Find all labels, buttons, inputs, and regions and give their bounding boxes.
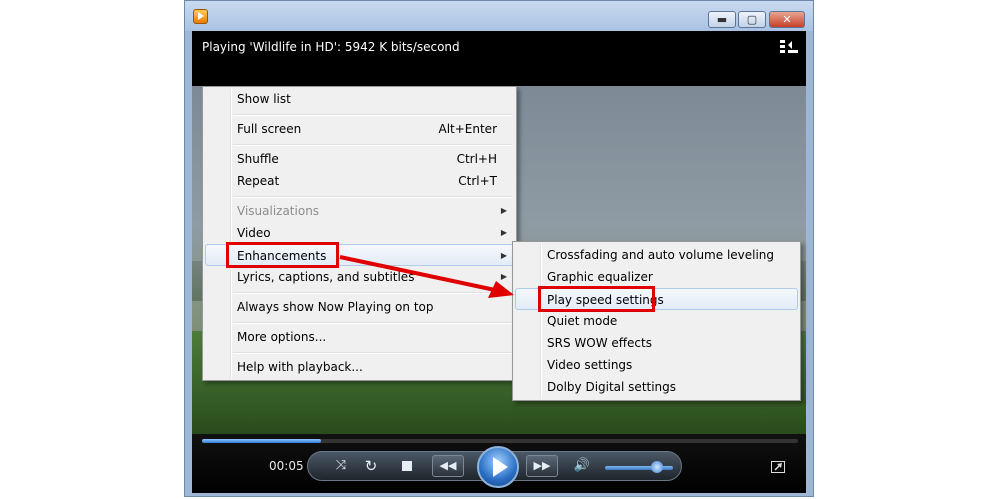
submenu-item-dolby-digital-settings[interactable]: Dolby Digital settings (515, 376, 798, 398)
enhancements-submenu: Crossfading and auto volume leveling Gra… (512, 241, 801, 401)
menu-item-label: Dolby Digital settings (547, 380, 677, 394)
player-context-menu: Show list Full screen Alt+Enter Shuffle … (202, 86, 517, 381)
menu-item-video[interactable]: Video ▶ (205, 222, 514, 244)
title-bar[interactable]: ▬ ▢ ✕ (185, 1, 813, 31)
menu-separator (233, 144, 512, 146)
close-button[interactable]: ✕ (769, 11, 805, 28)
menu-item-lyrics-captions-subtitles[interactable]: Lyrics, captions, and subtitles ▶ (205, 266, 514, 288)
previous-button[interactable]: ◀◀ (432, 455, 464, 477)
annotation-box-play-speed (538, 286, 655, 312)
menu-item-label: More options... (237, 330, 327, 344)
maximize-button[interactable]: ▢ (738, 11, 766, 28)
menu-item-always-on-top[interactable]: Always show Now Playing on top (205, 296, 514, 318)
seek-bar-progress (202, 439, 321, 443)
switch-to-library-icon[interactable] (780, 39, 798, 55)
menu-item-label: Always show Now Playing on top (237, 300, 434, 314)
submenu-item-srs-wow-effects[interactable]: SRS WOW effects (515, 332, 798, 354)
now-playing-status: Playing 'Wildlife in HD': 5942 K bits/se… (202, 40, 460, 54)
submenu-item-video-settings[interactable]: Video settings (515, 354, 798, 376)
skin-arrow-icon (774, 463, 782, 471)
menu-separator (233, 196, 512, 198)
submenu-arrow-icon: ▶ (500, 228, 507, 237)
menu-item-shortcut: Ctrl+T (458, 174, 497, 188)
menu-item-label: Quiet mode (547, 314, 618, 328)
annotation-box-enhancements (226, 242, 339, 268)
menu-separator (233, 322, 512, 324)
menu-item-label: Shuffle (237, 152, 279, 166)
menu-item-label: Show list (237, 92, 291, 106)
menu-item-label: Graphic equalizer (547, 270, 653, 284)
menu-item-repeat[interactable]: Repeat Ctrl+T (205, 170, 514, 192)
mute-icon[interactable]: 🔊 (571, 453, 593, 479)
menu-item-label: SRS WOW effects (547, 336, 652, 350)
switch-to-skin-icon[interactable] (771, 461, 785, 473)
menu-item-help-with-playback[interactable]: Help with playback... (205, 356, 514, 378)
menu-item-label: Help with playback... (237, 360, 363, 374)
submenu-item-graphic-equalizer[interactable]: Graphic equalizer (515, 266, 798, 288)
stop-button[interactable] (396, 453, 418, 479)
menu-separator (233, 292, 512, 294)
menu-item-show-list[interactable]: Show list (205, 88, 514, 110)
menu-item-visualizations: Visualizations ▶ (205, 200, 514, 222)
volume-slider-thumb[interactable] (651, 461, 663, 473)
playback-controls: 00:05 ⤨ ↻ ◀◀ ▶▶ 🔊 (192, 434, 806, 493)
minimize-button[interactable]: ▬ (708, 11, 736, 28)
elapsed-time: 00:05 (269, 459, 304, 473)
menu-item-label: Video settings (547, 358, 633, 372)
shuffle-icon[interactable]: ⤨ (330, 453, 352, 479)
menu-item-shortcut: Alt+Enter (438, 122, 497, 136)
menu-item-shuffle[interactable]: Shuffle Ctrl+H (205, 148, 514, 170)
menu-item-label: Repeat (237, 174, 280, 188)
menu-item-shortcut: Ctrl+H (456, 152, 497, 166)
play-button[interactable] (477, 446, 519, 488)
menu-item-full-screen[interactable]: Full screen Alt+Enter (205, 118, 514, 140)
submenu-arrow-icon: ▶ (500, 251, 507, 260)
stop-icon (402, 461, 412, 471)
submenu-item-quiet-mode[interactable]: Quiet mode (515, 310, 798, 332)
repeat-icon[interactable]: ↻ (360, 453, 382, 479)
menu-separator (233, 352, 512, 354)
menu-separator (233, 114, 512, 116)
submenu-arrow-icon: ▶ (500, 272, 507, 281)
menu-item-label: Visualizations (237, 204, 320, 218)
menu-item-more-options[interactable]: More options... (205, 326, 514, 348)
menu-item-label: Video (237, 226, 271, 240)
app-icon (193, 9, 208, 24)
next-button[interactable]: ▶▶ (526, 455, 558, 477)
submenu-item-crossfading[interactable]: Crossfading and auto volume leveling (515, 244, 798, 266)
menu-item-label: Full screen (237, 122, 302, 136)
menu-item-label: Lyrics, captions, and subtitles (237, 270, 415, 284)
menu-item-label: Crossfading and auto volume leveling (547, 248, 775, 262)
submenu-arrow-icon: ▶ (500, 206, 507, 215)
